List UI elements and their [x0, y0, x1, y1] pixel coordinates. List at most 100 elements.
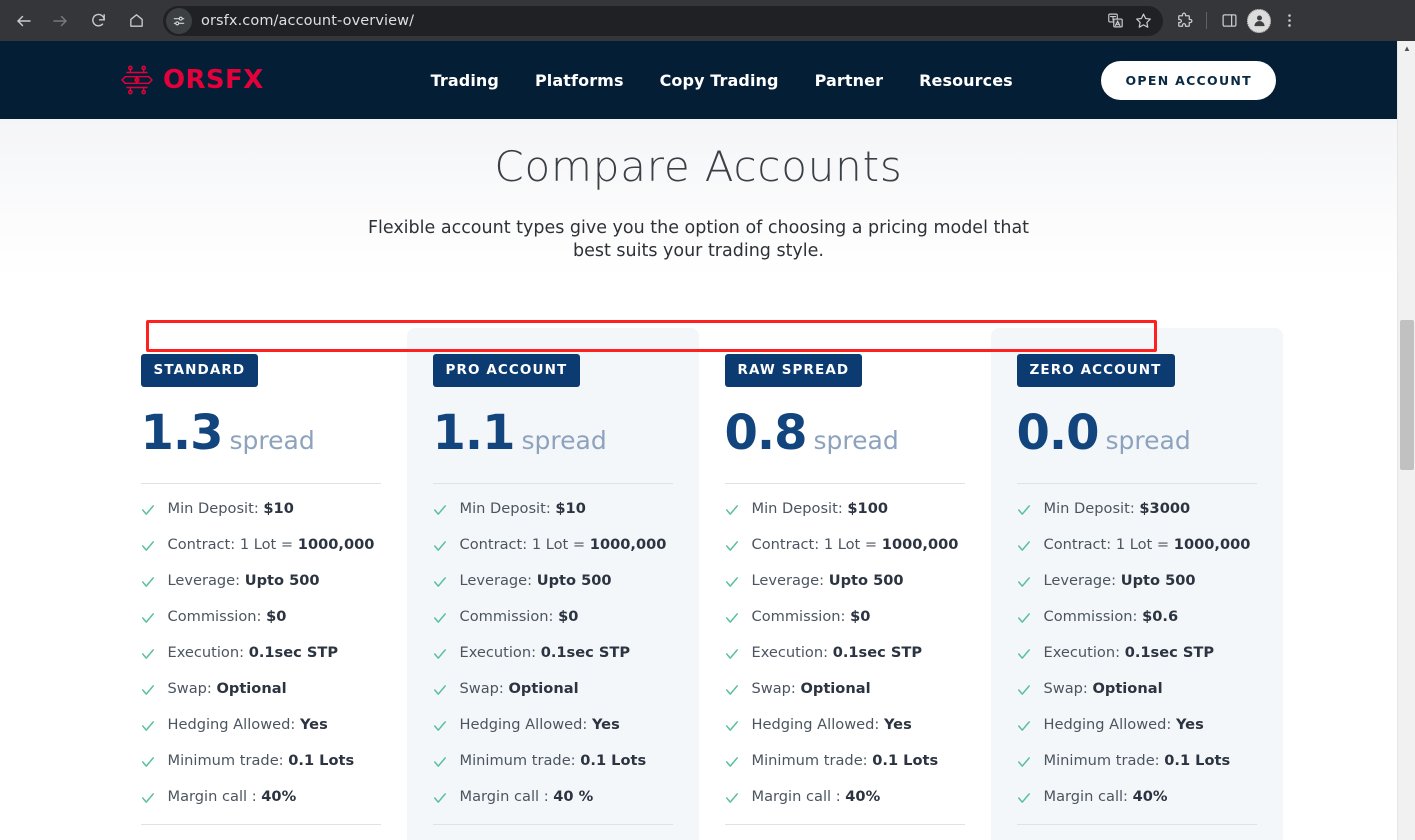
site-settings-icon[interactable]: [166, 7, 192, 34]
plan-card: STANDARD 1.3 spread Min Deposit: $10 Contrac…: [115, 328, 407, 840]
plan-feature-text: Commission: $0: [752, 608, 871, 626]
nav-item-copy-trading[interactable]: Copy Trading: [660, 71, 779, 90]
plan-feature-label: Margin call :: [167, 787, 257, 805]
check-icon: [725, 720, 738, 731]
plan-feature-item: Minimum trade: 0.1 Lots: [433, 752, 673, 770]
plan-spread: 0.8 spread: [724, 405, 965, 484]
plan-card: PRO ACCOUNT 1.1 spread Min Deposit: $10 Cont…: [406, 327, 699, 840]
plan-feature-text: Swap: Optional: [752, 680, 871, 698]
brand-logo-link[interactable]: ORSFX: [120, 65, 264, 95]
plan-feature-label: Contract: 1 Lot =: [167, 535, 294, 553]
plan-feature-label: Leverage:: [1043, 571, 1117, 589]
plan-feature-item: Min Deposit: $10: [141, 500, 381, 518]
nav-item-platforms[interactable]: Platforms: [535, 71, 624, 90]
plan-feature-item: Contract: 1 Lot = 1000,000: [725, 536, 965, 554]
plan-feature-value: Yes: [299, 715, 328, 733]
plan-card-divider: [724, 823, 965, 825]
plan-feature-value: Yes: [1175, 715, 1204, 733]
nav-item-resources[interactable]: Resources: [919, 71, 1013, 90]
plan-feature-label: Min Deposit:: [1043, 499, 1135, 517]
plan-feature-list: Min Deposit: $3000 Contract: 1 Lot = 1000…: [1017, 500, 1257, 806]
plan-feature-label: Min Deposit:: [751, 499, 843, 517]
plan-feature-label: Swap:: [1043, 679, 1088, 697]
plan-feature-label: Swap:: [167, 679, 212, 697]
three-dot-menu-icon[interactable]: [1274, 6, 1304, 36]
plan-feature-label: Commission:: [1043, 607, 1138, 625]
plan-feature-item: Execution: 0.1sec STP: [433, 644, 673, 662]
plan-feature-value: 0.1 Lots: [1164, 751, 1231, 769]
chrome-actions: [1169, 6, 1304, 36]
plan-feature-label: Hedging Allowed:: [751, 715, 880, 733]
translate-icon[interactable]: [1101, 7, 1129, 35]
plan-feature-label: Contract: 1 Lot =: [459, 535, 586, 553]
plan-feature-item: Commission: $0: [433, 608, 673, 626]
plan-feature-text: Margin call : 40 %: [460, 788, 594, 806]
plan-spread: 1.3 spread: [140, 405, 381, 484]
check-icon: [141, 684, 154, 695]
plan-badge: RAW SPREAD: [724, 353, 863, 387]
check-icon: [433, 612, 446, 623]
plan-feature-text: Hedging Allowed: Yes: [460, 716, 620, 734]
page-scrollbar[interactable]: ▲: [1397, 41, 1415, 840]
plan-feature-text: Margin call: 40%: [1044, 788, 1168, 806]
plan-feature-text: Execution: 0.1sec STP: [1044, 644, 1215, 662]
plan-feature-label: Commission:: [167, 607, 262, 625]
plan-feature-text: Hedging Allowed: Yes: [1044, 716, 1204, 734]
check-icon: [1017, 540, 1030, 551]
plan-feature-text: Contract: 1 Lot = 1000,000: [168, 536, 375, 554]
plan-badge: ZERO ACCOUNT: [1016, 353, 1175, 387]
plan-card-body: PRO ACCOUNT 1.1 spread Min Deposit: $10 Cont…: [407, 353, 699, 825]
plan-feature-item: Swap: Optional: [725, 680, 965, 698]
plan-feature-text: Leverage: Upto 500: [460, 572, 612, 590]
plan-feature-text: Leverage: Upto 500: [1044, 572, 1196, 590]
main-nav: Trading Platforms Copy Trading Partner R…: [431, 71, 1013, 90]
brand-name: ORSFX: [163, 65, 264, 95]
hero-section: Compare Accounts Flexible account types …: [0, 119, 1397, 280]
back-arrow-icon[interactable]: [8, 5, 40, 37]
plan-feature-item: Execution: 0.1sec STP: [1017, 644, 1257, 662]
nav-item-partner[interactable]: Partner: [815, 71, 883, 90]
check-icon: [141, 648, 154, 659]
plan-feature-label: Min Deposit:: [459, 499, 551, 517]
plan-feature-value: 1000,000: [297, 535, 375, 553]
check-icon: [433, 756, 446, 767]
puzzle-piece-icon[interactable]: [1169, 6, 1199, 36]
plan-feature-label: Commission:: [459, 607, 554, 625]
plan-feature-text: Minimum trade: 0.1 Lots: [168, 752, 355, 770]
plan-feature-text: Execution: 0.1sec STP: [460, 644, 631, 662]
plan-feature-value: $0: [850, 607, 871, 625]
plan-feature-item: Minimum trade: 0.1 Lots: [1017, 752, 1257, 770]
plan-feature-text: Minimum trade: 0.1 Lots: [460, 752, 647, 770]
star-icon[interactable]: [1129, 7, 1157, 35]
plan-feature-value: $0: [266, 607, 287, 625]
compare-accounts-grid: STANDARD 1.3 spread Min Deposit: $10 Contrac…: [115, 327, 1283, 840]
plan-feature-label: Swap:: [459, 679, 504, 697]
plan-card-divider: [1016, 823, 1257, 825]
address-bar[interactable]: orsfx.com/account-overview/: [163, 5, 1163, 36]
plan-badge: STANDARD: [140, 353, 259, 387]
plan-feature-value: 40%: [845, 787, 881, 805]
nav-item-trading[interactable]: Trading: [431, 71, 499, 90]
plan-feature-value: 0.1sec STP: [1124, 643, 1215, 661]
omnibox-actions: [1101, 7, 1163, 35]
plan-feature-text: Commission: $0.6: [1044, 608, 1179, 626]
plan-feature-item: Contract: 1 Lot = 1000,000: [1017, 536, 1257, 554]
scrollbar-thumb[interactable]: [1400, 320, 1414, 470]
check-icon: [433, 648, 446, 659]
plan-feature-text: Swap: Optional: [460, 680, 579, 698]
plan-feature-label: Hedging Allowed:: [459, 715, 588, 733]
open-account-button[interactable]: OPEN ACCOUNT: [1101, 60, 1276, 100]
plan-card: RAW SPREAD 0.8 spread Min Deposit: $100 Cont…: [699, 328, 991, 840]
plan-feature-item: Commission: $0: [725, 608, 965, 626]
check-icon: [433, 576, 446, 587]
side-panel-icon[interactable]: [1214, 6, 1244, 36]
plan-feature-label: Min Deposit:: [167, 499, 259, 517]
reload-icon[interactable]: [82, 5, 114, 37]
plan-spread: 1.1 spread: [432, 405, 673, 484]
profile-avatar-icon[interactable]: [1244, 6, 1274, 36]
plan-card: ZERO ACCOUNT 0.0 spread Min Deposit: $3000 C…: [990, 327, 1283, 840]
plan-feature-label: Minimum trade:: [1043, 751, 1160, 769]
home-icon[interactable]: [120, 5, 152, 37]
scroll-up-arrow-icon[interactable]: ▲: [1398, 45, 1415, 53]
plan-feature-label: Margin call:: [1043, 787, 1128, 805]
